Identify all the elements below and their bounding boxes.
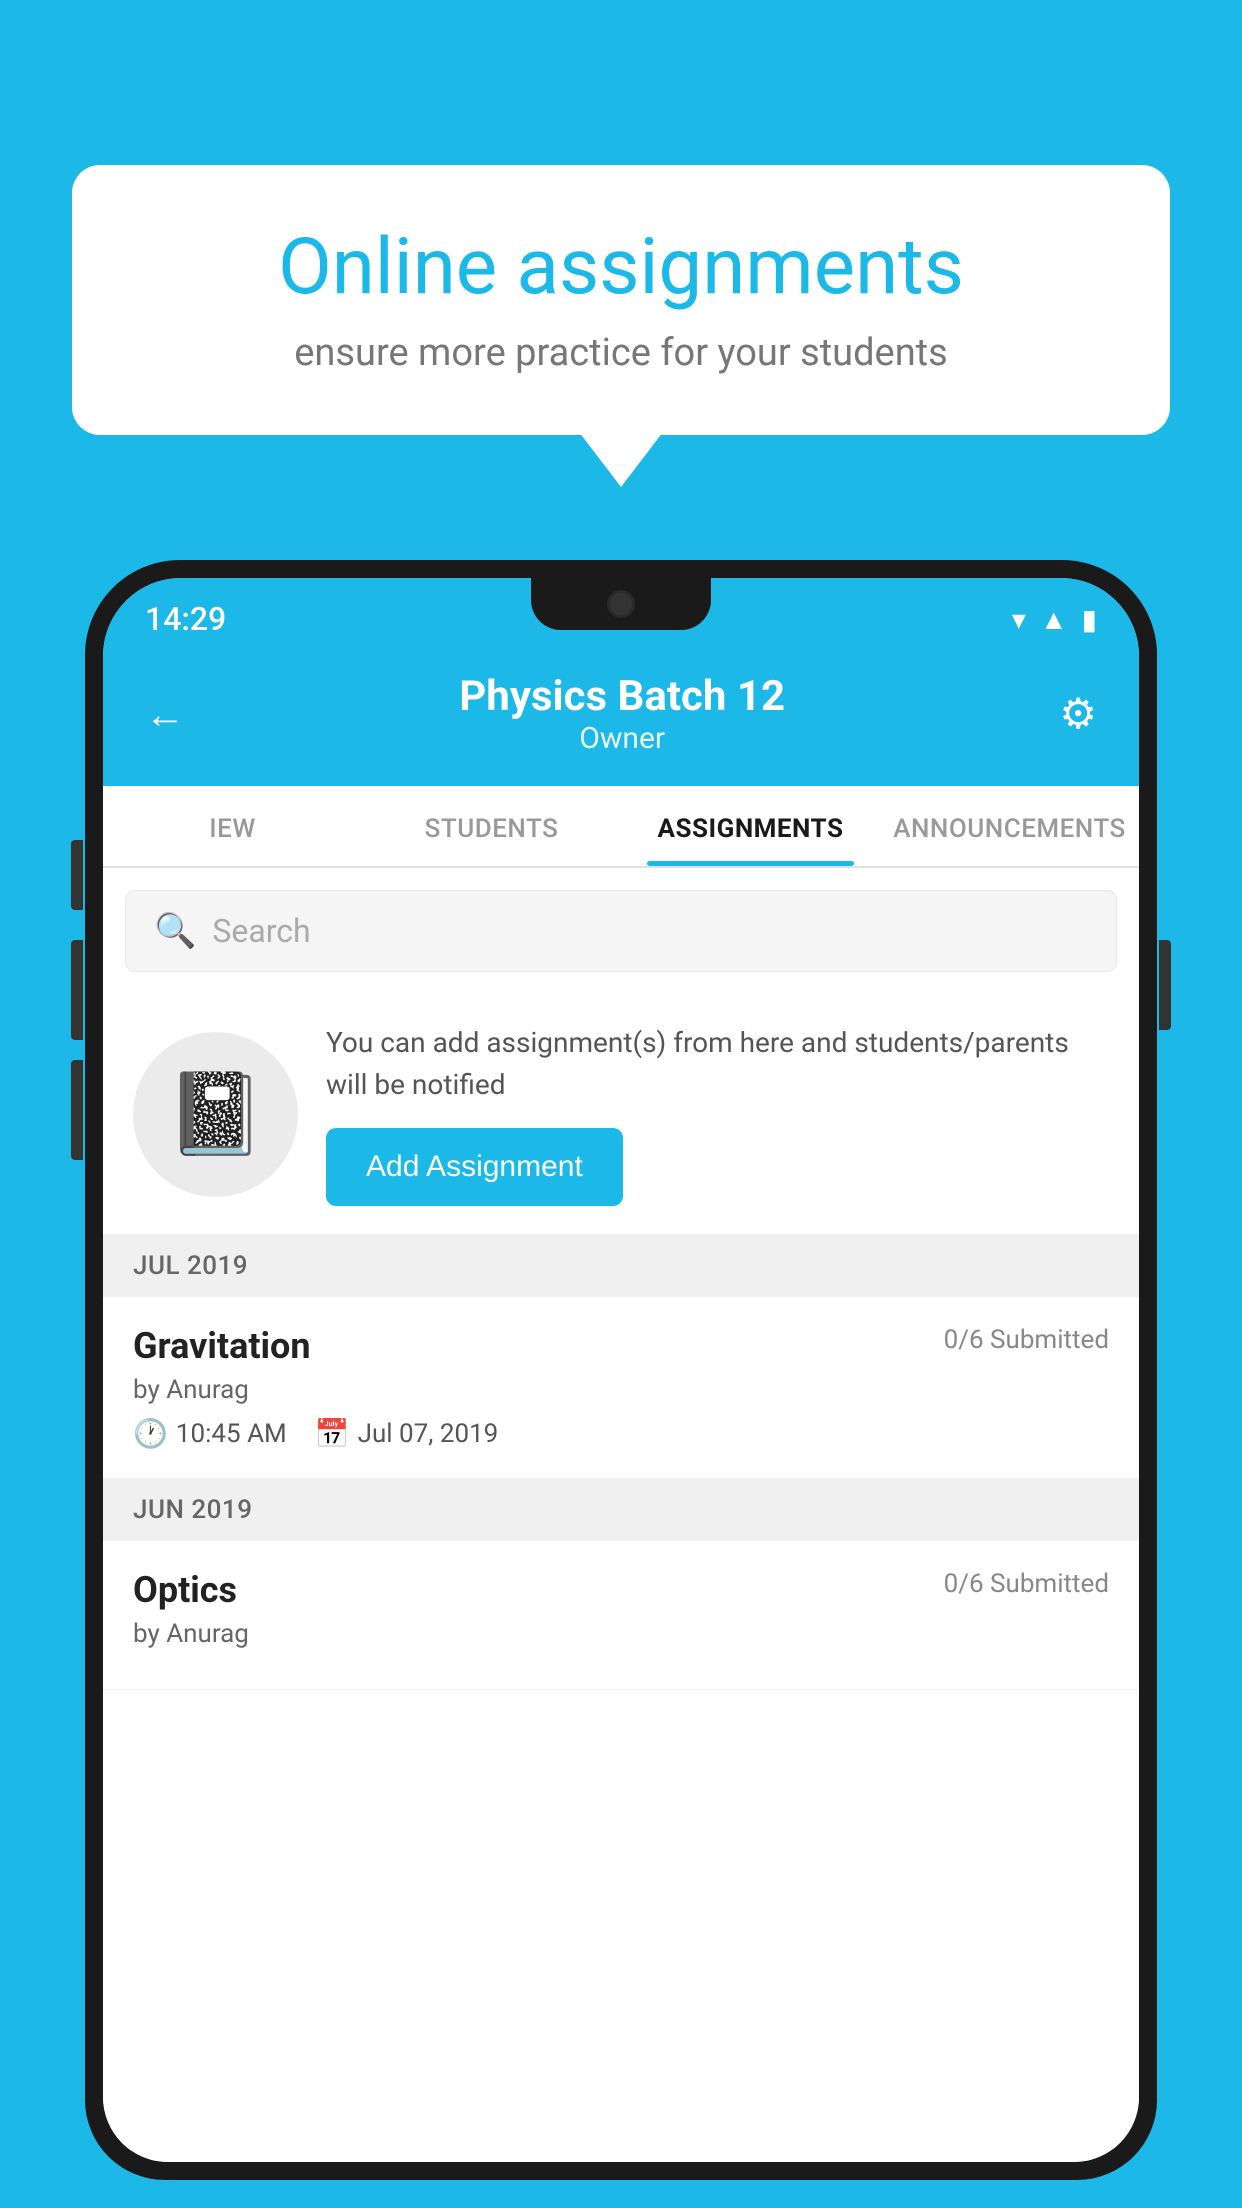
screen-content: 🔍 Search 📓 You can add assignment(s) fro… — [103, 868, 1139, 2162]
assignment-item-gravitation[interactable]: Gravitation 0/6 Submitted by Anurag 🕐 10… — [103, 1297, 1139, 1479]
wifi-icon: ▾ — [1012, 603, 1026, 636]
clock-icon: 🕐 — [133, 1417, 168, 1450]
assignment-submitted: 0/6 Submitted — [944, 1325, 1109, 1355]
status-time: 14:29 — [145, 600, 226, 638]
month-separator-jul: JUL 2019 — [103, 1235, 1139, 1297]
assignment-row: Optics 0/6 Submitted — [133, 1569, 1109, 1611]
phone-camera — [607, 590, 635, 618]
tab-assignments[interactable]: ASSIGNMENTS — [621, 786, 880, 866]
settings-button[interactable]: ⚙ — [1059, 689, 1097, 739]
phone-vol-up-button — [71, 940, 83, 1040]
phone-mute-button — [71, 840, 83, 910]
assignment-by: by Anurag — [133, 1619, 1109, 1649]
date-meta: 📅 Jul 07, 2019 — [315, 1417, 499, 1450]
tab-iew[interactable]: IEW — [103, 786, 362, 866]
promo-right: You can add assignment(s) from here and … — [326, 1022, 1109, 1206]
search-icon: 🔍 — [154, 911, 196, 951]
back-button[interactable]: ← — [145, 691, 185, 738]
assignment-by: by Anurag — [133, 1375, 1109, 1405]
assignment-row: Gravitation 0/6 Submitted — [133, 1325, 1109, 1367]
phone-container: 14:29 ▾ ▲ ▮ ← Physics Batch 12 Owner ⚙ — [85, 560, 1157, 2208]
calendar-icon: 📅 — [315, 1417, 350, 1450]
add-assignment-button[interactable]: Add Assignment — [326, 1128, 623, 1206]
search-bar[interactable]: 🔍 Search — [125, 890, 1117, 972]
promo-text: You can add assignment(s) from here and … — [326, 1022, 1109, 1106]
phone-outer: 14:29 ▾ ▲ ▮ ← Physics Batch 12 Owner ⚙ — [85, 560, 1157, 2180]
phone-vol-down-button — [71, 1060, 83, 1160]
battery-icon: ▮ — [1082, 603, 1097, 636]
assignment-time: 10:45 AM — [176, 1419, 287, 1449]
notebook-icon: 📓 — [166, 1067, 266, 1161]
assignment-name: Optics — [133, 1569, 237, 1611]
status-icons: ▾ ▲ ▮ — [1012, 603, 1097, 636]
app-header: ← Physics Batch 12 Owner ⚙ — [103, 652, 1139, 786]
time-meta: 🕐 10:45 AM — [133, 1417, 287, 1450]
assignment-item-optics[interactable]: Optics 0/6 Submitted by Anurag — [103, 1541, 1139, 1690]
header-center: Physics Batch 12 Owner — [459, 672, 785, 756]
header-subtitle: Owner — [459, 721, 785, 756]
promo-icon-circle: 📓 — [133, 1032, 298, 1197]
phone-power-button — [1159, 940, 1171, 1030]
tab-students[interactable]: STUDENTS — [362, 786, 621, 866]
assignment-promo: 📓 You can add assignment(s) from here an… — [103, 994, 1139, 1235]
assignment-submitted: 0/6 Submitted — [944, 1569, 1109, 1599]
signal-icon: ▲ — [1040, 603, 1068, 636]
tab-bar: IEW STUDENTS ASSIGNMENTS ANNOUNCEMENTS — [103, 786, 1139, 868]
assignment-meta: 🕐 10:45 AM 📅 Jul 07, 2019 — [133, 1417, 1109, 1450]
header-title: Physics Batch 12 — [459, 672, 785, 721]
bubble-subtitle: ensure more practice for your students — [142, 331, 1100, 375]
tab-announcements[interactable]: ANNOUNCEMENTS — [880, 786, 1139, 866]
speech-bubble: Online assignments ensure more practice … — [72, 165, 1170, 435]
assignment-date: Jul 07, 2019 — [358, 1419, 499, 1449]
assignment-name: Gravitation — [133, 1325, 311, 1367]
month-separator-jun: JUN 2019 — [103, 1479, 1139, 1541]
search-placeholder: Search — [212, 912, 310, 950]
phone-screen: 14:29 ▾ ▲ ▮ ← Physics Batch 12 Owner ⚙ — [103, 578, 1139, 2162]
bubble-title: Online assignments — [142, 225, 1100, 311]
